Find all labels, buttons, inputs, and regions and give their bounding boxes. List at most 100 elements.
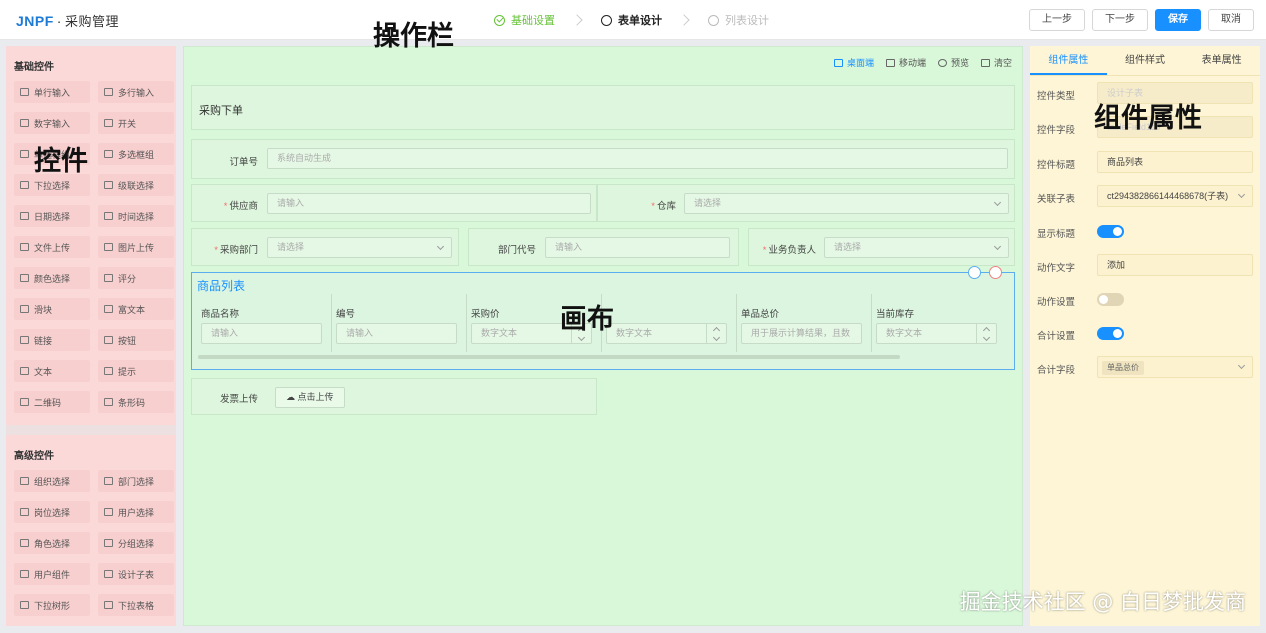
number-icon (20, 119, 29, 127)
tool-label: 预览 (950, 58, 969, 68)
widget-slider[interactable]: 滑块 (14, 298, 90, 320)
widget-date[interactable]: 日期选择 (14, 205, 90, 227)
order-no-input[interactable]: 系统自动生成 (267, 148, 1008, 169)
widget-tree[interactable]: 下拉树形 (14, 594, 90, 616)
widget-cascade[interactable]: 级联选择 (98, 174, 174, 196)
widget-user[interactable]: 用户选择 (98, 501, 174, 523)
widget-dept[interactable]: 部门选择 (98, 470, 174, 492)
subtable-column[interactable]: 编号 请输入 (332, 294, 467, 352)
widget-link[interactable]: 链接 (14, 329, 90, 351)
step-basic-settings[interactable]: 基础设置 (494, 12, 555, 28)
step-form-design[interactable]: 表单设计 (601, 12, 662, 28)
widget-label: 级联选择 (118, 180, 155, 191)
widget-table[interactable]: 设计子表 (98, 563, 174, 585)
widget-role[interactable]: 角色选择 (14, 532, 90, 554)
widget-dropdown-table[interactable]: 下拉表格 (98, 594, 174, 616)
horizontal-scrollbar[interactable] (198, 355, 900, 359)
owner-row[interactable]: * 业务负责人 请选择 (748, 228, 1015, 266)
preview-button[interactable]: 预览 (937, 56, 969, 69)
widget-star[interactable]: 评分 (98, 267, 174, 289)
widget-single-line[interactable]: 单行输入 (14, 81, 90, 103)
time-icon (104, 212, 113, 220)
widget-number[interactable]: 数字输入 (14, 112, 90, 134)
mobile-view-button[interactable]: 移动端 (885, 56, 926, 69)
dropdown-table-icon (104, 601, 113, 609)
prop-subtable-select[interactable]: ct294382866144468678(子表) (1097, 185, 1253, 207)
prop-action-text-input[interactable]: 添加 (1097, 254, 1253, 276)
stepper-icon[interactable] (976, 324, 996, 343)
widget-group[interactable]: 分组选择 (98, 532, 174, 554)
upload-button[interactable]: ☁ 点击上传 (275, 387, 345, 408)
app-logo: JNPF · 采购管理 (16, 11, 119, 30)
tab-form-props[interactable]: 表单属性 (1183, 46, 1260, 75)
subtable-column[interactable]: 商品名称 请输入 (197, 294, 332, 352)
supplier-input[interactable]: 请输入 (267, 193, 591, 214)
tree-icon (20, 601, 29, 609)
widget-file-upload[interactable]: 文件上传 (14, 236, 90, 258)
sum-setting-toggle[interactable] (1097, 327, 1124, 340)
annotation-controls: 控件 (34, 146, 88, 177)
clear-button[interactable]: 清空 (980, 56, 1012, 69)
stepper-icon[interactable] (706, 324, 726, 343)
prev-button[interactable]: 上一步 (1029, 9, 1085, 31)
widget-image-upload[interactable]: 图片上传 (98, 236, 174, 258)
image-upload-icon (104, 243, 113, 251)
tab-component-style[interactable]: 组件样式 (1107, 46, 1184, 75)
supplier-row[interactable]: * 供应商 请输入 (191, 184, 597, 222)
check-circle-icon (494, 14, 505, 26)
widget-button[interactable]: 按钮 (98, 329, 174, 351)
copy-icon[interactable] (968, 266, 981, 279)
column-input[interactable]: 用于展示计算结果，且数 (741, 323, 862, 344)
widget-multi-line[interactable]: 多行输入 (98, 81, 174, 103)
cancel-button[interactable]: 取消 (1208, 9, 1254, 31)
step-nav: 基础设置 表单设计 列表设计 (494, 12, 769, 28)
widget-time[interactable]: 时间选择 (98, 205, 174, 227)
show-title-toggle[interactable] (1097, 225, 1124, 238)
widget-barcode[interactable]: 条形码 (98, 391, 174, 413)
subtable-column[interactable]: 单品总价 用于展示计算结果，且数 (737, 294, 872, 352)
chevron-down-icon (993, 242, 1002, 251)
widget-color[interactable]: 颜色选择 (14, 267, 90, 289)
column-input[interactable]: 请输入 (201, 323, 322, 344)
order-no-row[interactable]: 订单号 系统自动生成 (191, 139, 1015, 179)
warehouse-label: * 仓库 (651, 201, 676, 212)
column-input[interactable]: 数字文本 (876, 323, 997, 344)
purchase-dept-select[interactable]: 请选择 (267, 237, 452, 258)
delete-icon[interactable] (989, 266, 1002, 279)
save-button[interactable]: 保存 (1155, 9, 1201, 31)
cloud-upload-icon: ☁ (286, 392, 298, 402)
widget-rich-text[interactable]: 富文本 (98, 298, 174, 320)
widget-text[interactable]: 文本 (14, 360, 90, 382)
warehouse-select[interactable]: 请选择 (684, 193, 1009, 214)
tab-component-props[interactable]: 组件属性 (1030, 46, 1107, 75)
sum-field-tag[interactable]: 单品总价 (1102, 361, 1144, 375)
prop-sum-field-select[interactable]: 单品总价 (1097, 356, 1253, 378)
widget-checkbox[interactable]: 多选框组 (98, 143, 174, 165)
owner-select[interactable]: 请选择 (824, 237, 1009, 258)
widget-user-component[interactable]: 用户组件 (14, 563, 90, 585)
dept-code-input[interactable]: 请输入 (545, 237, 730, 258)
widget-switch[interactable]: 开关 (98, 112, 174, 134)
warehouse-row[interactable]: * 仓库 请选择 (597, 184, 1015, 222)
column-input[interactable]: 请输入 (336, 323, 457, 344)
desktop-view-button[interactable]: 桌面端 (833, 56, 874, 69)
dept-code-row[interactable]: 部门代号 请输入 (468, 228, 739, 266)
next-button[interactable]: 下一步 (1092, 9, 1148, 31)
subtable-column[interactable]: 数字文本 (602, 294, 737, 352)
prop-title-input[interactable]: 商品列表 (1097, 151, 1253, 173)
column-input[interactable]: 数字文本 (606, 323, 727, 344)
widget-label: 岗位选择 (34, 507, 71, 518)
widget-qrcode[interactable]: 二维码 (14, 391, 90, 413)
form-title-block[interactable]: 采购下单 (191, 85, 1015, 130)
text-icon (20, 367, 29, 375)
widget-info[interactable]: 提示 (98, 360, 174, 382)
action-setting-toggle[interactable] (1097, 293, 1124, 306)
column-header: 编号 (336, 309, 356, 320)
step-list-design[interactable]: 列表设计 (708, 12, 769, 28)
subtable-column[interactable]: 当前库存 数字文本 (872, 294, 1007, 352)
widget-org[interactable]: 组织选择 (14, 470, 90, 492)
widget-label: 图片上传 (118, 242, 155, 253)
invoice-row[interactable]: 发票上传 ☁ 点击上传 (191, 378, 597, 415)
widget-position[interactable]: 岗位选择 (14, 501, 90, 523)
purchase-dept-row[interactable]: * 采购部门 请选择 (191, 228, 459, 266)
